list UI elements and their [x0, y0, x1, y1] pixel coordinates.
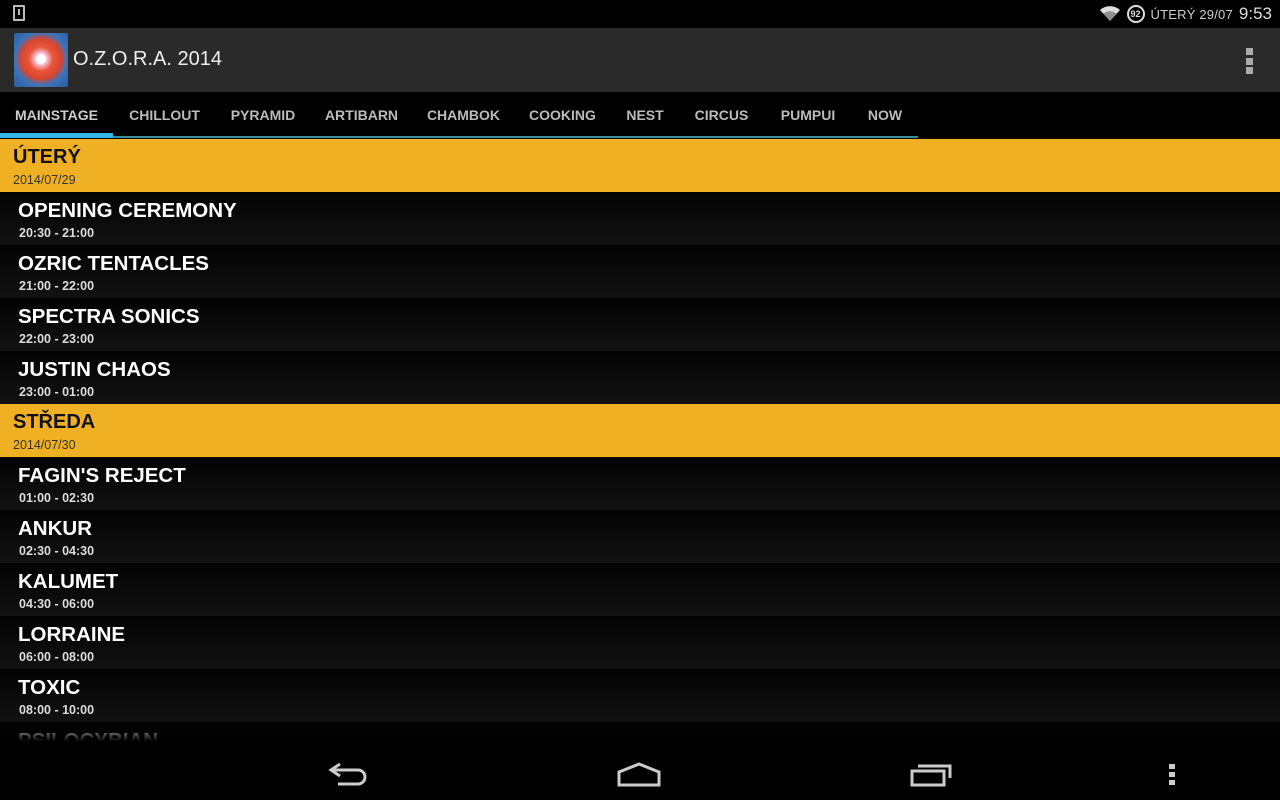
tab-artibarn[interactable]: ARTIBARN — [310, 92, 413, 137]
overflow-menu-button[interactable] — [1246, 48, 1254, 74]
event-title: TOXIC — [18, 676, 81, 699]
event-time: 23:00 - 01:00 — [19, 385, 95, 399]
event-time: 04:30 - 06:00 — [19, 597, 95, 611]
event-row[interactable]: JUSTIN CHAOS 23:00 - 01:00 — [0, 351, 1280, 404]
day-name: ÚTERÝ — [13, 146, 81, 168]
tab-pumpui[interactable]: PUMPUI — [764, 92, 852, 137]
battery-icon: 92 — [1126, 5, 1145, 23]
day-header: ÚTERÝ 2014/07/29 — [0, 139, 1280, 192]
app-title: O.Z.O.R.A. 2014 — [73, 48, 222, 70]
overflow-dot — [1246, 67, 1253, 74]
tab-pyramid[interactable]: PYRAMID — [216, 92, 310, 137]
event-time: 06:00 - 08:00 — [19, 650, 95, 664]
event-title: FAGIN'S REJECT — [18, 464, 186, 487]
tab-nest[interactable]: NEST — [611, 92, 679, 137]
recent-apps-button[interactable] — [906, 758, 956, 790]
recent-apps-icon — [910, 764, 952, 787]
event-title: OPENING CEREMONY — [18, 199, 237, 222]
status-time: 9:53 — [1238, 4, 1272, 23]
event-title: JUSTIN CHAOS — [18, 358, 171, 381]
event-row[interactable]: TOXIC 08:00 - 10:00 — [0, 669, 1280, 722]
menu-button[interactable] — [1147, 758, 1197, 790]
event-row[interactable]: OPENING CEREMONY 20:30 - 21:00 — [0, 192, 1280, 245]
event-row[interactable]: SPECTRA SONICS 22:00 - 23:00 — [0, 298, 1280, 351]
selected-tab-indicator — [0, 133, 113, 138]
event-time: 20:30 - 21:00 — [19, 226, 95, 240]
status-bar: 92 ÚTERÝ 29/07 9:53 — [0, 0, 1280, 28]
download-notification-icon[interactable] — [13, 5, 25, 21]
event-row[interactable]: ANKUR 02:30 - 04:30 — [0, 510, 1280, 563]
home-icon — [617, 762, 661, 787]
event-row[interactable]: PSILOCYBIAN — [0, 722, 1280, 748]
wifi-icon — [1099, 6, 1120, 21]
navigation-bar — [0, 748, 1280, 800]
event-title: ANKUR — [18, 517, 93, 540]
battery-level: 92 — [1130, 9, 1141, 19]
event-row[interactable]: LORRAINE 06:00 - 08:00 — [0, 616, 1280, 669]
stage-tabs: MAINSTAGE CHILLOUT PYRAMID ARTIBARN CHAM… — [0, 92, 1280, 139]
event-row[interactable]: FAGIN'S REJECT 01:00 - 02:30 — [0, 457, 1280, 510]
event-title: PSILOCYBIAN — [18, 729, 159, 748]
schedule-list[interactable]: ÚTERÝ 2014/07/29 OPENING CEREMONY 20:30 … — [0, 139, 1280, 748]
tab-chambok[interactable]: CHAMBOK — [413, 92, 514, 137]
event-row[interactable]: OZRIC TENTACLES 21:00 - 22:00 — [0, 245, 1280, 298]
tab-now[interactable]: NOW — [852, 92, 918, 137]
home-button[interactable] — [614, 758, 664, 790]
status-date: ÚTERÝ 29/07 — [1150, 6, 1233, 22]
event-row[interactable]: KALUMET 04:30 - 06:00 — [0, 563, 1280, 616]
tab-cooking[interactable]: COOKING — [514, 92, 611, 137]
ozora-logo-icon[interactable] — [14, 33, 68, 87]
action-bar: O.Z.O.R.A. 2014 — [0, 28, 1280, 92]
event-title: OZRIC TENTACLES — [18, 252, 209, 275]
event-time: 02:30 - 04:30 — [19, 544, 95, 558]
event-title: SPECTRA SONICS — [18, 305, 200, 328]
overflow-dot — [1246, 48, 1253, 55]
back-icon — [328, 762, 367, 786]
day-date: 2014/07/30 — [13, 438, 76, 452]
day-name: STŘEDA — [13, 411, 96, 433]
event-title: KALUMET — [18, 570, 119, 593]
event-time: 21:00 - 22:00 — [19, 279, 95, 293]
event-title: LORRAINE — [18, 623, 126, 646]
tab-circus[interactable]: CIRCUS — [679, 92, 764, 137]
tabs-underline — [0, 136, 918, 138]
tab-chillout[interactable]: CHILLOUT — [113, 92, 216, 137]
menu-icon — [1169, 764, 1175, 785]
back-button[interactable] — [323, 758, 373, 790]
tab-mainstage[interactable]: MAINSTAGE — [0, 92, 113, 137]
overflow-dot — [1246, 57, 1253, 65]
event-time: 22:00 - 23:00 — [19, 332, 95, 346]
event-time: 08:00 - 10:00 — [19, 703, 95, 717]
day-header: STŘEDA 2014/07/30 — [0, 404, 1280, 457]
event-time: 01:00 - 02:30 — [19, 491, 95, 505]
day-date: 2014/07/29 — [13, 173, 76, 187]
